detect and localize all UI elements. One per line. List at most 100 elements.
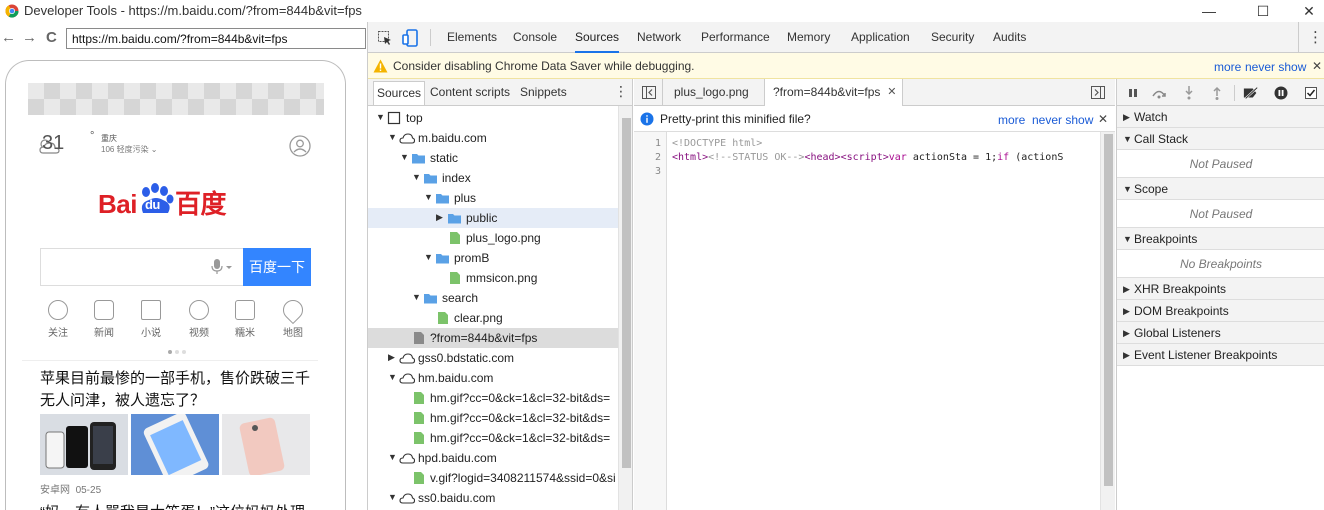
debugger-section-header[interactable]: ▶ Event Listener Breakpoints [1117, 344, 1324, 366]
quick-link-follow[interactable]: 关注 [40, 300, 76, 339]
quick-link-nuomi[interactable]: 糯米 [227, 300, 263, 339]
url-input[interactable]: https://m.baidu.com/?from=844b&vit=fps [66, 28, 366, 49]
maximize-button[interactable]: ☐ [1240, 0, 1286, 22]
tree-item[interactable]: ▼ promB [368, 248, 618, 268]
debugger-section-header[interactable]: ▼ Scope [1117, 178, 1324, 200]
tree-item[interactable]: ▶ gss0.bdstatic.com [368, 348, 618, 368]
debugger-section-header[interactable]: ▼ Call Stack [1117, 128, 1324, 150]
tree-expanded-icon[interactable]: ▼ [388, 372, 397, 382]
debugger-section-header[interactable]: ▶ DOM Breakpoints [1117, 300, 1324, 322]
news-title[interactable]: 苹果目前最惨的一部手机，售价跌破三千无人问津，被人遗忘了？ [40, 368, 316, 412]
tree-collapsed-icon[interactable]: ▶ [388, 352, 395, 363]
deactivate-breakpoints-icon[interactable] [1243, 85, 1259, 101]
tree-item[interactable]: ▼ hm.baidu.com [368, 368, 618, 388]
back-icon[interactable]: ← [1, 29, 16, 46]
editor-tab-close-icon[interactable]: ✕ [887, 79, 896, 106]
tab-elements[interactable]: Elements [447, 22, 497, 53]
news-thumbnail[interactable] [131, 414, 219, 475]
toggle-debugger-icon[interactable] [1091, 86, 1105, 99]
inspect-element-icon[interactable] [378, 31, 392, 45]
tab-security[interactable]: Security [931, 22, 974, 53]
editor-tab-page[interactable]: ?from=844b&vit=fps ✕ [764, 79, 904, 107]
line-number[interactable]: 1 [655, 138, 661, 149]
tree-item[interactable]: ▼ ss0.baidu.com [368, 488, 618, 508]
editor-scroll-thumb[interactable] [1104, 134, 1113, 486]
infobar-more-link[interactable]: more [998, 113, 1025, 127]
quick-link-novel[interactable]: 小说 [133, 300, 169, 339]
editor-scrollbar[interactable] [1100, 132, 1115, 510]
tree-item[interactable]: ▼ static [368, 148, 618, 168]
navigator-scroll-thumb[interactable] [622, 118, 631, 468]
tree-expanded-icon[interactable]: ▼ [376, 112, 385, 122]
tab-sources[interactable]: Sources [575, 22, 620, 53]
tree-item[interactable]: hm.gif?cc=0&ck=1&cl=32-bit&ds= [368, 428, 618, 448]
tree-expanded-icon[interactable]: ▼ [424, 192, 433, 202]
device-toolbar-icon[interactable] [402, 29, 418, 47]
navigator-tab-snippets[interactable]: Snippets [520, 85, 567, 99]
step-out-icon[interactable] [1209, 85, 1225, 101]
navigator-tab-content-scripts[interactable]: Content scripts [430, 85, 510, 99]
tree-item[interactable]: hm.gif?cc=0&ck=1&cl=32-bit&ds= [368, 388, 618, 408]
line-number[interactable]: 2 [655, 152, 661, 163]
tree-item[interactable]: plus_logo.png [368, 228, 618, 248]
debugger-section-header[interactable]: ▶ Global Listeners [1117, 322, 1324, 344]
tree-item[interactable]: hm.gif?cc=0&ck=1&cl=32-bit&ds= [368, 408, 618, 428]
tree-expanded-icon[interactable]: ▼ [412, 292, 421, 302]
tree-expanded-icon[interactable]: ▼ [388, 132, 397, 142]
tab-audits[interactable]: Audits [993, 22, 1026, 53]
quick-link-map[interactable]: 地图 [275, 295, 311, 339]
warning-close-icon[interactable]: ✕ [1312, 59, 1322, 73]
navigator-tab-sources[interactable]: Sources [373, 81, 426, 105]
pause-on-exceptions-icon[interactable] [1273, 85, 1289, 101]
tree-item[interactable]: v.gif?logid=3408211574&ssid=0&si [368, 468, 618, 488]
tree-collapsed-icon[interactable]: ▶ [436, 212, 443, 223]
infobar-close-icon[interactable]: ✕ [1098, 112, 1108, 126]
tab-performance[interactable]: Performance [701, 22, 770, 53]
tree-expanded-icon[interactable]: ▼ [412, 172, 421, 182]
microphone-icon[interactable] [210, 258, 234, 276]
news-thumbnail[interactable] [40, 414, 128, 475]
tree-item[interactable]: ▶ public [368, 208, 618, 228]
tree-item[interactable]: ▼ top [368, 108, 618, 128]
tree-expanded-icon[interactable]: ▼ [388, 452, 397, 462]
tree-item[interactable]: ▼ plus [368, 188, 618, 208]
customize-menu-icon[interactable]: ⋮ [1308, 28, 1323, 46]
code-line[interactable]: <html><!--STATUS OK--><head><script>var … [672, 152, 1063, 163]
tab-console[interactable]: Console [513, 22, 557, 53]
tree-item[interactable]: clear.png [368, 308, 618, 328]
line-number[interactable]: 3 [655, 166, 661, 177]
tree-expanded-icon[interactable]: ▼ [424, 252, 433, 262]
code-line[interactable]: <!DOCTYPE html> [672, 138, 762, 149]
forward-icon[interactable]: → [22, 29, 37, 46]
debugger-section-header[interactable]: ▼ Breakpoints [1117, 228, 1324, 250]
pause-icon[interactable] [1125, 85, 1141, 101]
tab-application[interactable]: Application [851, 22, 910, 53]
tree-expanded-icon[interactable]: ▼ [388, 492, 397, 502]
infobar-never-show-link[interactable]: never show [1032, 113, 1093, 127]
navigator-menu-icon[interactable]: ⋮ [614, 83, 628, 100]
debugger-section-header[interactable]: ▶ XHR Breakpoints [1117, 278, 1324, 300]
quick-link-video[interactable]: 视频 [181, 300, 217, 339]
search-button[interactable]: 百度一下 [243, 248, 311, 286]
debugger-section-header[interactable]: ▶ Watch [1117, 106, 1324, 128]
tree-expanded-icon[interactable]: ▼ [400, 152, 409, 162]
step-over-icon[interactable] [1151, 85, 1167, 101]
step-into-icon[interactable] [1181, 85, 1197, 101]
tree-item[interactable]: ▼ search [368, 288, 618, 308]
tab-network[interactable]: Network [637, 22, 681, 53]
navigator-scrollbar[interactable] [618, 106, 632, 510]
minimize-button[interactable]: — [1186, 0, 1232, 22]
warning-never-show-link[interactable]: never show [1245, 60, 1306, 74]
tree-item[interactable]: ▼ m.baidu.com [368, 128, 618, 148]
tree-item[interactable]: ▼ index [368, 168, 618, 188]
editor-tab-plus-logo[interactable]: plus_logo.png [666, 79, 757, 106]
reload-icon[interactable]: C [46, 29, 57, 46]
close-window-button[interactable]: ✕ [1286, 0, 1324, 22]
warning-more-link[interactable]: more [1214, 60, 1241, 74]
quick-link-news[interactable]: 新闻 [86, 300, 122, 339]
tree-item[interactable]: mmsicon.png [368, 268, 618, 288]
tree-item[interactable]: ?from=844b&vit=fps [368, 328, 618, 348]
toggle-navigator-icon[interactable] [642, 86, 656, 99]
news-title[interactable]: “妈，有人骂我是大笨蛋！”这位妈妈处理 [40, 502, 316, 510]
tab-memory[interactable]: Memory [787, 22, 830, 53]
